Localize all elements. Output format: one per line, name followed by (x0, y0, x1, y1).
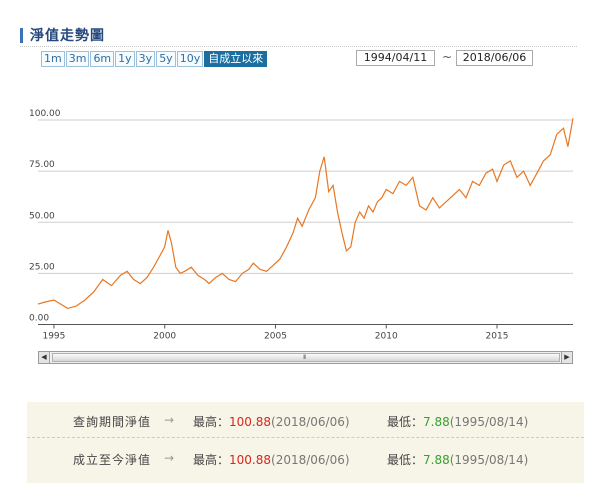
date-range-separator: ~ (442, 50, 453, 64)
x-tick-label: 2010 (375, 332, 398, 342)
chart-title-bar: 淨值走勢圖 (20, 26, 105, 44)
range-button-3m[interactable]: 3m (65, 51, 90, 67)
range-button-3y[interactable]: 3y (135, 51, 156, 67)
chart-gridlines (38, 119, 573, 274)
high-block: 最高：100.88(2018/06/06) (193, 451, 350, 468)
chart-scrollbar[interactable]: ◀ III ▶ (38, 351, 573, 364)
summary-row-since-inception: 成立至今淨值 → 最高：100.88(2018/06/06) 最低：7.88(1… (27, 440, 584, 476)
nav-line-chart: 0.00 25.00 50.00 75.00 100.00 1995 2000 2005 20… (29, 109, 574, 342)
x-tick-label: 2000 (153, 332, 176, 342)
low-date: (1995/08/14) (449, 415, 529, 429)
low-value: 7.88 (423, 415, 450, 429)
nav-series-line (37, 118, 574, 310)
low-block: 最低：7.88(1995/08/14) (387, 413, 528, 430)
high-block: 最高：100.88(2018/06/06) (193, 413, 350, 430)
scrollbar-grip: III (303, 354, 306, 361)
range-selector: 1m 3m 6m 1y 3y 5y 10y 自成立以來 (41, 51, 268, 67)
page-title: 淨值走勢圖 (30, 28, 105, 44)
range-button-1y[interactable]: 1y (115, 51, 135, 67)
range-button-1m[interactable]: 1m (41, 51, 65, 67)
high-date: (2018/06/06) (271, 453, 350, 467)
low-label: 最低： (387, 453, 424, 467)
scroll-left-arrow-icon[interactable]: ◀ (39, 352, 50, 363)
arrow-icon: → (164, 413, 175, 427)
x-axis-labels: 1995 2000 2005 2010 2015 (42, 324, 509, 342)
y-axis-labels: 0.00 25.00 50.00 75.00 100.00 (29, 109, 61, 324)
low-date: (1995/08/14) (449, 453, 529, 467)
low-value: 7.88 (423, 453, 450, 467)
summary-label: 成立至今淨值 (73, 453, 152, 467)
x-tick-label: 2015 (486, 332, 509, 342)
range-button-5y[interactable]: 5y (156, 51, 176, 67)
summary-label: 查詢期間淨值 (73, 415, 152, 429)
low-block: 最低：7.88(1995/08/14) (387, 451, 528, 468)
range-button-6m[interactable]: 6m (90, 51, 115, 67)
y-tick-label: 100.00 (29, 109, 61, 119)
high-value: 100.88 (229, 415, 272, 429)
summary-row-query-period: 查詢期間淨值 → 最高：100.88(2018/06/06) 最低：7.88(1… (27, 402, 584, 438)
arrow-icon: → (164, 451, 175, 465)
high-label: 最高： (193, 453, 230, 467)
high-value: 100.88 (229, 453, 272, 467)
title-divider (20, 46, 577, 47)
y-tick-label: 75.00 (29, 160, 55, 170)
date-to-field[interactable]: 2018/06/06 (456, 50, 533, 66)
scroll-right-arrow-icon[interactable]: ▶ (561, 352, 572, 363)
range-button-10y[interactable]: 10y (176, 51, 204, 67)
y-tick-label: 50.00 (29, 211, 55, 221)
low-label: 最低： (387, 415, 424, 429)
x-tick-label: 2005 (264, 332, 287, 342)
high-label: 最高： (193, 415, 230, 429)
scrollbar-thumb[interactable]: III (52, 353, 560, 362)
nav-summary-panel: 查詢期間淨值 → 最高：100.88(2018/06/06) 最低：7.88(1… (27, 402, 584, 483)
high-date: (2018/06/06) (271, 415, 350, 429)
y-tick-label: 25.00 (29, 262, 55, 272)
title-accent-bar (20, 27, 23, 43)
date-from-field[interactable]: 1994/04/11 (356, 50, 435, 66)
range-button-since-inception[interactable]: 自成立以來 (204, 51, 268, 67)
y-tick-label: 0.00 (29, 314, 49, 324)
x-tick-label: 1995 (42, 332, 65, 342)
